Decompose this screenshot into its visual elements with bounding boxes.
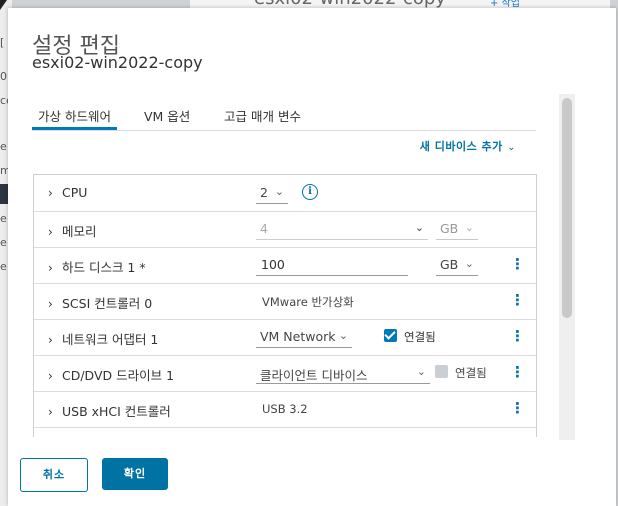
row-toggle[interactable]: › CD/DVD 드라이브 1 [48,365,174,384]
chevron-down-icon: ⌄ [274,185,284,198]
row-toggle[interactable]: › 하드 디스크 1 * [48,257,146,276]
cancel-button[interactable]: 취소 [20,458,88,492]
cd-dvd-connected-checkbox[interactable] [435,365,448,378]
row-label: 네트워크 어댑터 1 [61,332,159,347]
select-value: VM Network [260,329,336,344]
row-toggle[interactable]: › 메모리 [48,221,97,240]
scrollbar[interactable] [559,94,575,440]
row-label: CPU [61,185,88,200]
row-toggle[interactable]: › 네트워크 어댑터 1 [48,329,158,348]
more-actions-icon[interactable]: ⋮ [510,400,525,416]
edit-settings-dialog: 설정 편집 esxi02-win2022-copy 가상 하드웨어 VM 옵션 … [8,8,616,506]
chevron-right-icon: › [48,333,53,347]
chevron-down-icon: ⌄ [338,329,348,342]
network-connected-checkbox[interactable] [384,329,397,342]
hardware-table: › CPU 2 ⌄ i › 메모리 4 ⌄ GB ⌄ › 하드 디스크 1 * … [33,174,537,437]
chevron-right-icon: › [48,369,53,383]
chevron-right-icon: › [48,405,53,419]
chevron-down-icon: ⌄ [414,221,424,234]
select-value: GB [440,221,459,236]
select-value: 2 [260,185,268,200]
more-actions-icon[interactable]: ⋮ [510,364,525,380]
disk-size-input[interactable]: 100 [256,255,408,276]
select-value: 클라이언트 디바이스 [260,368,368,383]
more-actions-icon[interactable]: ⋮ [510,292,525,308]
memory-unit-select[interactable]: GB ⌄ [436,219,478,240]
hardware-row-cpu: › CPU 2 ⌄ i [34,175,536,212]
cpu-count-select[interactable]: 2 ⌄ [256,183,288,204]
hardware-row-hard-disk: › 하드 디스크 1 * 100 GB ⌄ ⋮ [34,247,536,284]
chevron-down-icon: ⌄ [416,365,426,378]
row-toggle[interactable]: › USB xHCI 컨트롤러 [48,401,171,420]
cd-dvd-source-select[interactable]: 클라이언트 디바이스 ⌄ [256,363,430,384]
tab-virtual-hardware[interactable]: 가상 하드웨어 [32,104,117,130]
tab-bar: 가상 하드웨어 VM 옵션 고급 매개 변수 [32,104,536,131]
chevron-right-icon: › [48,225,53,239]
background-text: e [0,212,7,225]
hardware-row-scsi-controller: › SCSI 컨트롤러 0 VMware 반가상화 ⋮ [34,283,536,320]
hardware-row-network-adapter: › 네트워크 어댑터 1 VM Network ⌄ 연결됨 ⋮ [34,319,536,356]
select-value: GB [440,257,459,272]
info-icon[interactable]: i [302,184,318,200]
hardware-row-cd-dvd: › CD/DVD 드라이브 1 클라이언트 디바이스 ⌄ 연결됨 ⋮ [34,355,536,392]
memory-size-select[interactable]: 4 ⌄ [256,219,428,240]
more-actions-icon[interactable]: ⋮ [510,328,525,344]
tab-vm-options[interactable]: VM 옵션 [138,104,196,130]
row-label: CD/DVD 드라이브 1 [61,368,175,383]
chevron-down-icon: ⌄ [464,221,474,234]
input-value: 100 [261,257,285,272]
background-text: [ [0,36,5,49]
checkbox-label: 연결됨 [455,366,487,380]
row-toggle[interactable]: › SCSI 컨트롤러 0 [48,293,152,312]
usb-controller-type: USB 3.2 [262,402,308,416]
background-text: e [0,140,7,153]
hardware-row-memory: › 메모리 4 ⌄ GB ⌄ [34,211,536,248]
chevron-down-icon: ⌄ [464,257,474,270]
mouse-cursor-icon [0,0,7,10]
background-text: e [0,236,7,249]
background-actions-button: + 작업 [490,0,520,8]
background-header: esxi02-win2022-copy + 작업 [190,0,610,8]
background-title: esxi02-win2022-copy [254,0,446,8]
background-text: e [0,260,7,273]
chevron-right-icon: › [48,186,53,200]
checkbox-label: 연결됨 [404,330,436,344]
more-actions-icon[interactable]: ⋮ [510,256,525,272]
scsi-controller-type: VMware 반가상화 [262,295,354,309]
select-value: 4 [260,221,268,236]
row-label: 하드 디스크 1 * [61,260,146,275]
row-toggle[interactable]: › CPU [48,185,87,200]
network-select[interactable]: VM Network ⌄ [256,327,352,348]
add-new-device-button[interactable]: 새 디바이스 추가 ⌄ [420,138,516,154]
row-label: USB xHCI 컨트롤러 [61,404,171,419]
add-new-device-label: 새 디바이스 추가 [419,140,503,153]
chevron-right-icon: › [48,297,53,311]
disk-unit-select[interactable]: GB ⌄ [436,255,478,276]
row-label: SCSI 컨트롤러 0 [61,296,153,311]
ok-button[interactable]: 확인 [102,458,168,490]
row-label: 메모리 [61,224,97,239]
tab-advanced-parameters[interactable]: 고급 매개 변수 [218,104,307,130]
chevron-down-icon: ⌄ [507,142,516,153]
hardware-row-usb-controller: › USB xHCI 컨트롤러 USB 3.2 ⋮ [34,391,536,428]
scrollbar-thumb[interactable] [562,98,572,318]
dialog-subtitle: esxi02-win2022-copy [32,53,203,72]
chevron-right-icon: › [48,261,53,275]
